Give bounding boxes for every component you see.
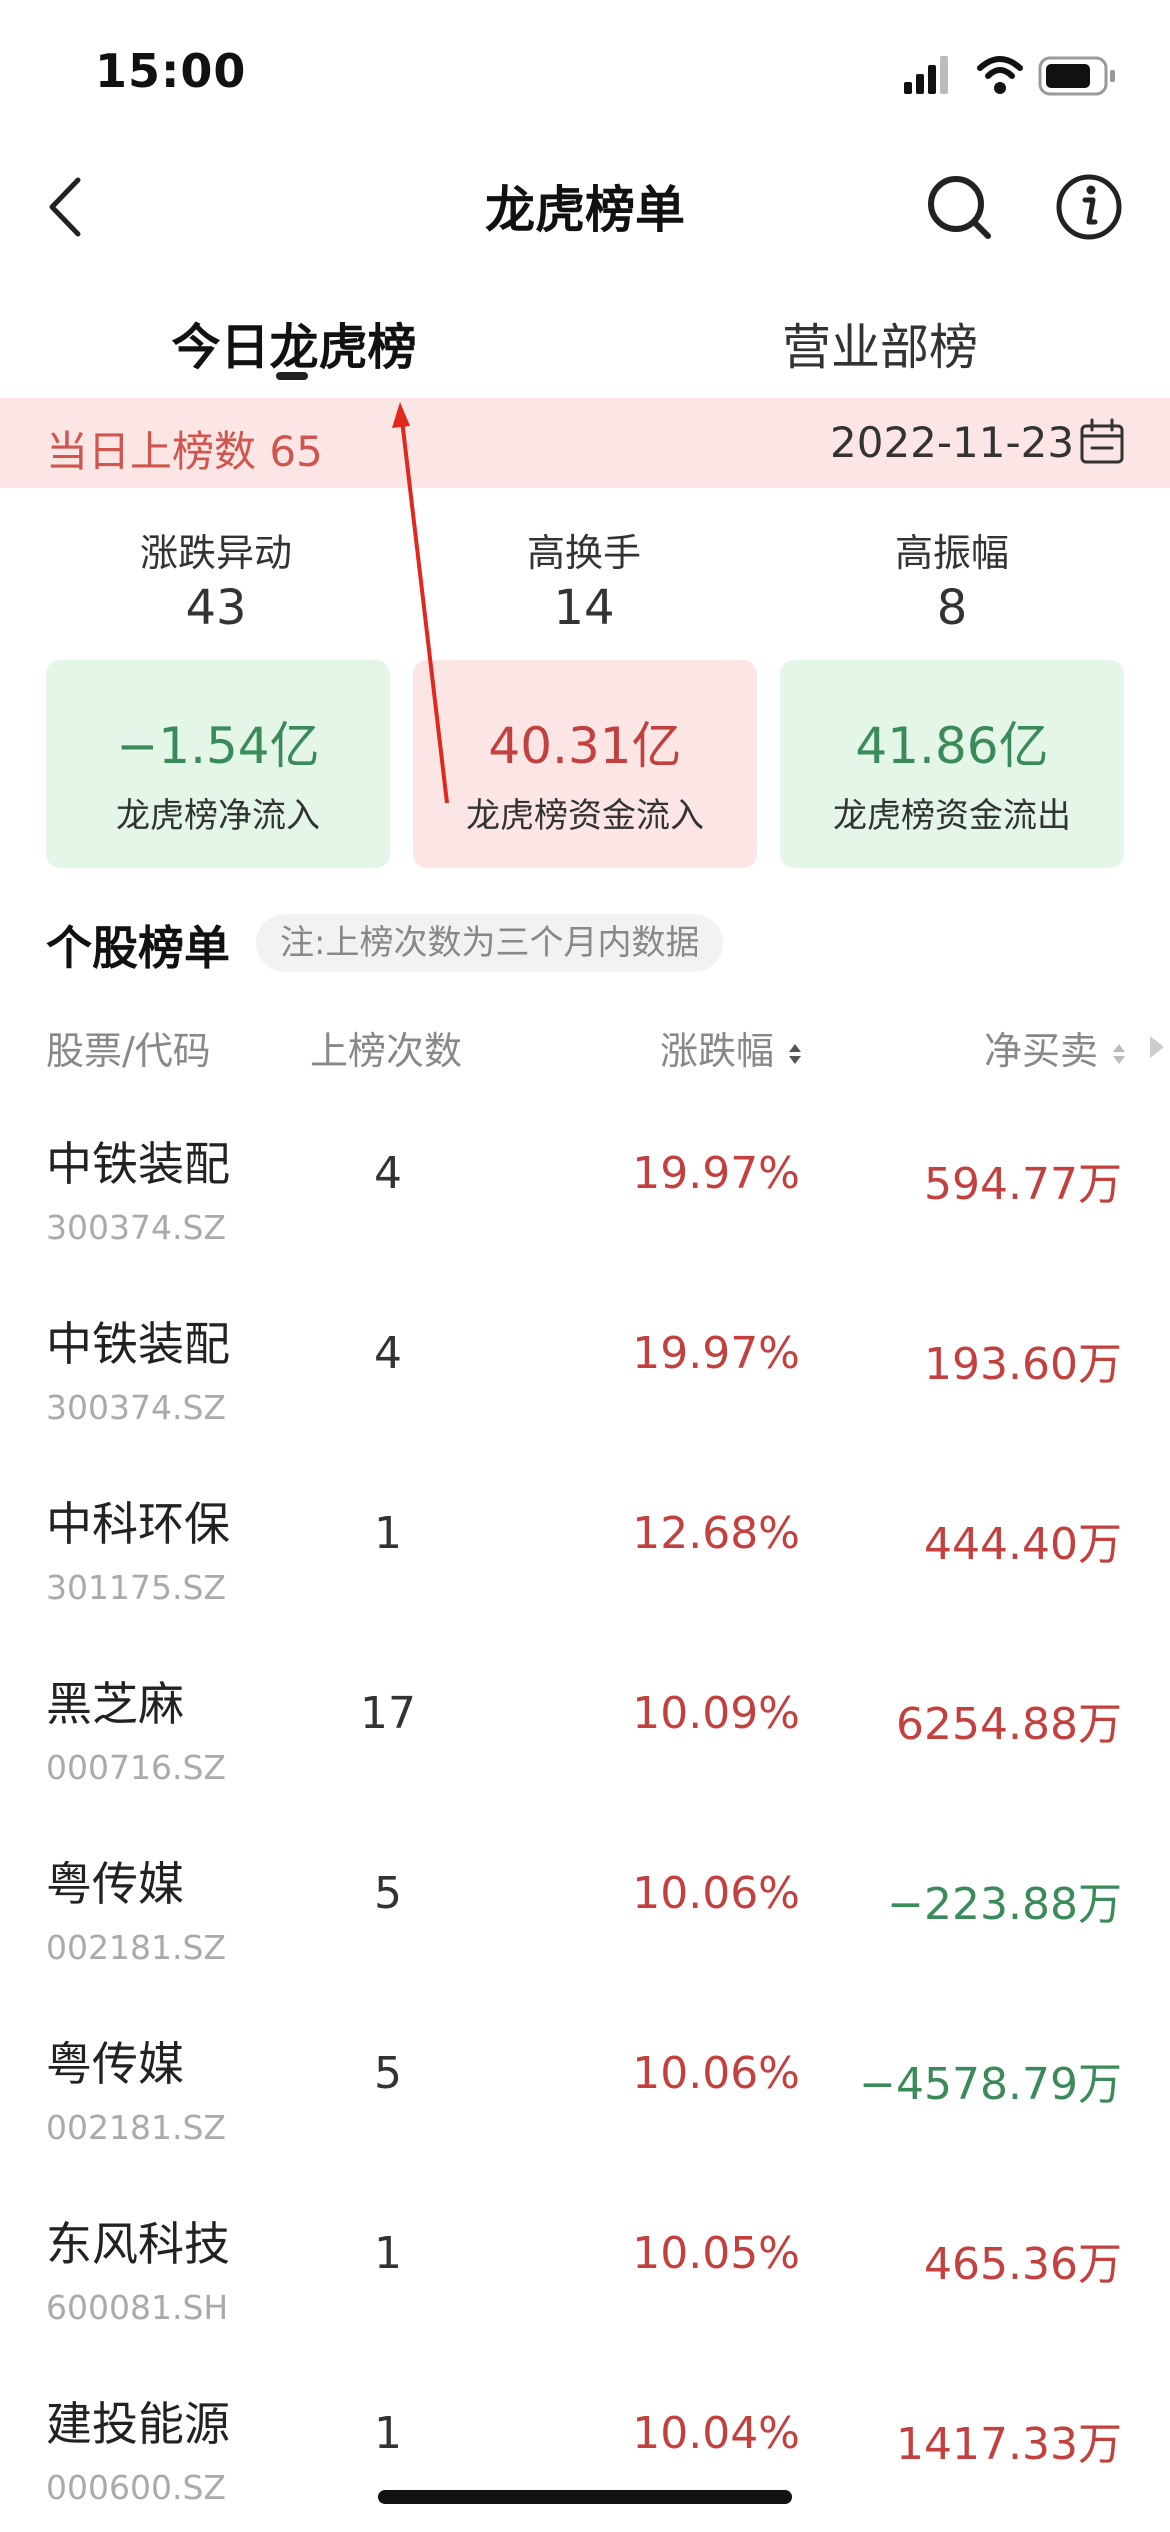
status-icons [904,56,1115,96]
net-buy-sell: 594.77万 [924,1159,1122,1210]
fund-inflow-label: 龙虎榜资金流入 [466,796,704,836]
stock-name: 粤传媒 [46,2037,184,2091]
net-inflow-label: 龙虎榜净流入 [116,796,320,836]
column-header-change-label: 涨跌幅 [660,1029,775,1073]
tab-today-list[interactable]: 今日龙虎榜 [94,308,494,379]
sort-icon [1113,1043,1126,1064]
fund-outflow-value: 41.86亿 [855,717,1049,775]
stock-code: 300374.SZ [46,1388,227,1427]
wifi-icon [977,56,1023,94]
price-change: 19.97% [632,1148,800,1199]
stat-value-high-turnover[interactable]: 14 [434,580,734,636]
stock-name: 中铁装配 [46,1317,230,1371]
stock-code: 000716.SZ [46,1748,227,1787]
price-change: 10.04% [632,2408,800,2459]
stat-label-high-turnover: 高换手 [526,531,641,575]
stock-name: 中铁装配 [46,1137,230,1191]
net-buy-sell: 1417.33万 [896,2419,1122,2470]
column-header-change[interactable]: 涨跌幅 [660,1020,804,1075]
net-buy-sell: 444.40万 [924,1519,1122,1570]
price-change: 10.06% [632,2048,800,2099]
fund-outflow-label: 龙虎榜资金流出 [833,796,1071,836]
net-buy-sell: 6254.88万 [896,1699,1122,1750]
listing-count: 17 [360,1688,416,1739]
stat-value-price-move[interactable]: 43 [66,580,366,636]
net-buy-sell: 193.60万 [924,1339,1122,1390]
stock-code: 600081.SH [46,2288,229,2327]
net-buy-sell: −223.88万 [887,1879,1122,1930]
stock-name: 中科环保 [46,1497,230,1551]
active-tab-indicator [276,372,308,380]
listing-count: 5 [374,1868,402,1919]
listing-count: 4 [374,1328,402,1379]
stock-code: 000600.SZ [46,2468,227,2507]
search-icon[interactable] [922,170,996,244]
section-title: 个股榜单 [46,921,230,975]
net-inflow-value: −1.54亿 [116,717,320,775]
listing-count: 5 [374,2048,402,2099]
stock-name: 黑芝麻 [46,1677,184,1731]
home-indicator [378,2490,792,2504]
tab-branch-list[interactable]: 营业部榜 [680,308,1080,379]
sort-icon [789,1043,802,1064]
price-change: 10.06% [632,1868,800,1919]
stock-code: 002181.SZ [46,1928,227,1967]
listing-count: 1 [374,1508,402,1559]
stat-label-high-amplitude: 高振幅 [894,531,1009,575]
price-change: 12.68% [632,1508,800,1559]
calendar-icon[interactable] [1078,418,1126,466]
price-change: 19.97% [632,1328,800,1379]
stat-value-high-amplitude[interactable]: 8 [802,580,1102,636]
battery-icon [1038,56,1115,96]
info-icon[interactable] [1052,170,1126,244]
annotation-arrow [392,402,449,804]
stock-name: 粤传媒 [46,1857,184,1911]
fund-inflow-value: 40.31亿 [488,717,682,775]
column-header-count: 上榜次数 [310,1029,463,1073]
stock-code: 301175.SZ [46,1568,227,1607]
signal-icon [904,56,948,94]
daily-listing-count: 当日上榜数 65 [46,427,323,476]
net-buy-sell: 465.36万 [924,2239,1122,2290]
stat-label-price-move: 涨跌异动 [139,531,292,575]
stock-name: 东风科技 [46,2217,230,2271]
stock-code: 300374.SZ [46,1208,227,1247]
price-change: 10.05% [632,2228,800,2279]
date-label[interactable]: 2022-11-23 [830,418,1074,467]
stock-code: 002181.SZ [46,2108,227,2147]
status-time: 15:00 [95,44,247,98]
price-change: 10.09% [632,1688,800,1739]
section-note: 注:上榜次数为三个月内数据 [256,914,724,972]
column-header-net-label: 净买卖 [984,1029,1099,1073]
net-buy-sell: −4578.79万 [859,2059,1122,2110]
column-header-net[interactable]: 净买卖 [984,1020,1128,1075]
listing-count: 1 [374,2408,402,2459]
stock-name: 建投能源 [46,2397,230,2451]
listing-count: 4 [374,1148,402,1199]
scroll-right-icon[interactable] [1146,1032,1166,1062]
column-header-stock: 股票/代码 [46,1029,211,1073]
listing-count: 1 [374,2228,402,2279]
